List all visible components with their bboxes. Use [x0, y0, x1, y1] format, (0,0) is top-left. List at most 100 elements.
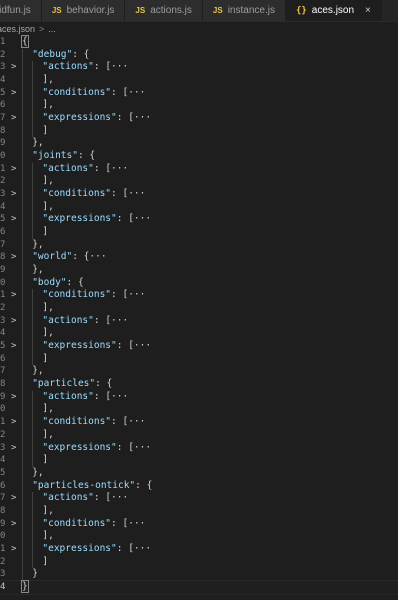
code-line[interactable]: 5}, — [0, 466, 398, 480]
code-line[interactable]: 4], — [0, 74, 398, 87]
code-line[interactable]: 1 > "conditions": [··· — [0, 416, 398, 429]
code-line[interactable]: 8] — [0, 124, 398, 138]
tab-aces-json[interactable]: {} aces.json × — [285, 0, 382, 21]
code-line[interactable]: 4], — [0, 327, 398, 341]
line-number: 4 — [0, 75, 6, 86]
fold-chevron-icon[interactable]: > — [11, 442, 16, 455]
code-line[interactable]: 2], — [0, 175, 398, 189]
code-line[interactable]: 0 "joints": { — [0, 150, 398, 163]
code-line[interactable]: 1{ — [0, 35, 398, 49]
code-line[interactable]: 4} — [0, 579, 398, 595]
code-line[interactable]: 2] — [0, 555, 398, 569]
fold-chevron-icon[interactable]: > — [11, 543, 16, 556]
code-line[interactable]: 3 > "actions": [··· — [0, 314, 398, 328]
indent-guide — [32, 124, 34, 138]
code-line[interactable]: 8 "particles": { — [0, 378, 398, 391]
code-line[interactable]: 3 > "conditions": [··· — [0, 188, 398, 201]
fold-chevron-icon[interactable]: > — [11, 251, 16, 264]
code-line[interactable]: 8], — [0, 504, 398, 518]
indent-guide — [22, 124, 23, 138]
code-line[interactable]: 0], — [0, 403, 398, 417]
code-line[interactable]: 1 > "expressions": [··· — [0, 542, 398, 556]
indent-guide — [22, 466, 23, 480]
code-editor[interactable]: 1{2 "debug": {3 > "actions": [··· 4], 5 > "cond… — [0, 35, 398, 600]
indent-guide — [22, 479, 23, 493]
editor-tab-bar: quidfun.js JS behavior.js JS actions.js JS ins… — [0, 0, 398, 22]
tab-quidfun-js[interactable]: quidfun.js — [0, 0, 42, 21]
code-line[interactable]: 2], — [0, 302, 398, 315]
code-line[interactable]: 7 > "expressions": [··· — [0, 112, 398, 125]
code-line[interactable]: 2 "debug": { — [0, 48, 398, 62]
code-text: } — [21, 579, 29, 594]
fold-chevron-icon[interactable]: > — [11, 87, 16, 100]
fold-chevron-icon[interactable]: > — [11, 340, 16, 353]
line-number: 1 — [0, 543, 6, 554]
code-line[interactable]: 7}, — [0, 238, 398, 252]
indent-guide — [22, 517, 23, 531]
fold-chevron-icon[interactable]: > — [11, 213, 16, 226]
code-line[interactable]: 6], — [0, 99, 398, 113]
line-number: 1 — [0, 37, 6, 47]
json-key: "conditions" — [42, 86, 112, 98]
fold-chevron-icon[interactable]: > — [11, 112, 16, 125]
code-line[interactable]: 7}, — [0, 365, 398, 379]
code-line[interactable]: 6] — [0, 352, 398, 366]
indent-guide — [22, 390, 23, 404]
code-line[interactable]: 1 > "actions": [··· — [0, 162, 398, 176]
fold-chevron-icon[interactable]: > — [11, 315, 16, 328]
code-text: "conditions": [··· — [42, 518, 145, 531]
code-line[interactable]: 7 > "actions": [··· — [0, 492, 398, 505]
code-line[interactable]: 1 > "conditions": [··· — [0, 289, 398, 303]
code-line[interactable]: 9 > "conditions": [··· — [0, 517, 398, 531]
fold-chevron-icon[interactable]: > — [11, 416, 16, 429]
indent-guide — [22, 454, 23, 467]
fold-chevron-icon[interactable]: > — [11, 289, 16, 302]
fold-chevron-icon[interactable]: > — [11, 518, 16, 531]
tab-actions-js[interactable]: JS actions.js — [125, 0, 203, 21]
json-punctuation: { — [21, 35, 29, 48]
code-line[interactable]: 9}, — [0, 137, 398, 151]
breadcrumb-file[interactable]: aces.json — [0, 24, 35, 34]
breadcrumb-rest[interactable]: ... — [48, 24, 56, 34]
json-punctuation: : [··· — [111, 416, 146, 428]
fold-chevron-icon[interactable]: > — [11, 492, 16, 505]
json-punctuation: : [··· — [93, 314, 129, 326]
code-line[interactable]: 3 > "actions": [··· — [0, 61, 398, 75]
code-text: "actions": [··· — [42, 492, 128, 505]
json-punctuation: }, — [32, 365, 44, 377]
code-line[interactable]: 0 "body": { — [0, 276, 398, 290]
tab-instance-js[interactable]: JS instance.js — [202, 0, 286, 21]
code-line[interactable]: 4], — [0, 200, 398, 214]
tab-behavior-js[interactable]: JS behavior.js — [41, 0, 126, 21]
code-line[interactable]: 9 > "actions": [··· — [0, 390, 398, 404]
json-key: "expressions" — [42, 112, 117, 124]
code-line[interactable]: 4] — [0, 454, 398, 467]
fold-chevron-icon[interactable]: > — [11, 391, 16, 404]
fold-chevron-icon[interactable]: > — [11, 188, 16, 201]
code-line[interactable]: 3} — [0, 568, 398, 581]
indent-guide — [22, 428, 23, 442]
fold-chevron-icon[interactable]: > — [11, 163, 16, 176]
indent-guide — [32, 289, 34, 303]
code-line[interactable]: 6 "particles-ontick": { — [0, 479, 398, 493]
indent-guide — [32, 188, 34, 201]
indent-guide — [22, 226, 23, 239]
code-line[interactable]: 5 > "expressions": [··· — [0, 340, 398, 353]
code-line[interactable]: 5 > "expressions": [··· — [0, 213, 398, 227]
code-text: "world": {··· — [32, 251, 106, 264]
fold-chevron-icon[interactable]: > — [11, 61, 16, 74]
json-punctuation: : [··· — [93, 61, 129, 73]
code-line[interactable]: 6] — [0, 226, 398, 239]
code-text: ], — [42, 530, 53, 543]
code-line[interactable]: 2], — [0, 428, 398, 442]
code-line[interactable]: 9}, — [0, 264, 398, 277]
close-icon[interactable]: × — [365, 5, 371, 16]
code-line[interactable]: 0], — [0, 530, 398, 543]
indent-guide — [22, 276, 23, 290]
json-key: "conditions" — [42, 188, 112, 200]
code-text: "actions": [··· — [42, 391, 128, 404]
code-line[interactable]: 5 > "conditions": [··· — [0, 86, 398, 100]
code-line[interactable]: 3 > "expressions": [··· — [0, 441, 398, 455]
line-number: 9 — [0, 391, 6, 402]
code-line[interactable]: 8 > "world": {··· — [0, 251, 398, 265]
